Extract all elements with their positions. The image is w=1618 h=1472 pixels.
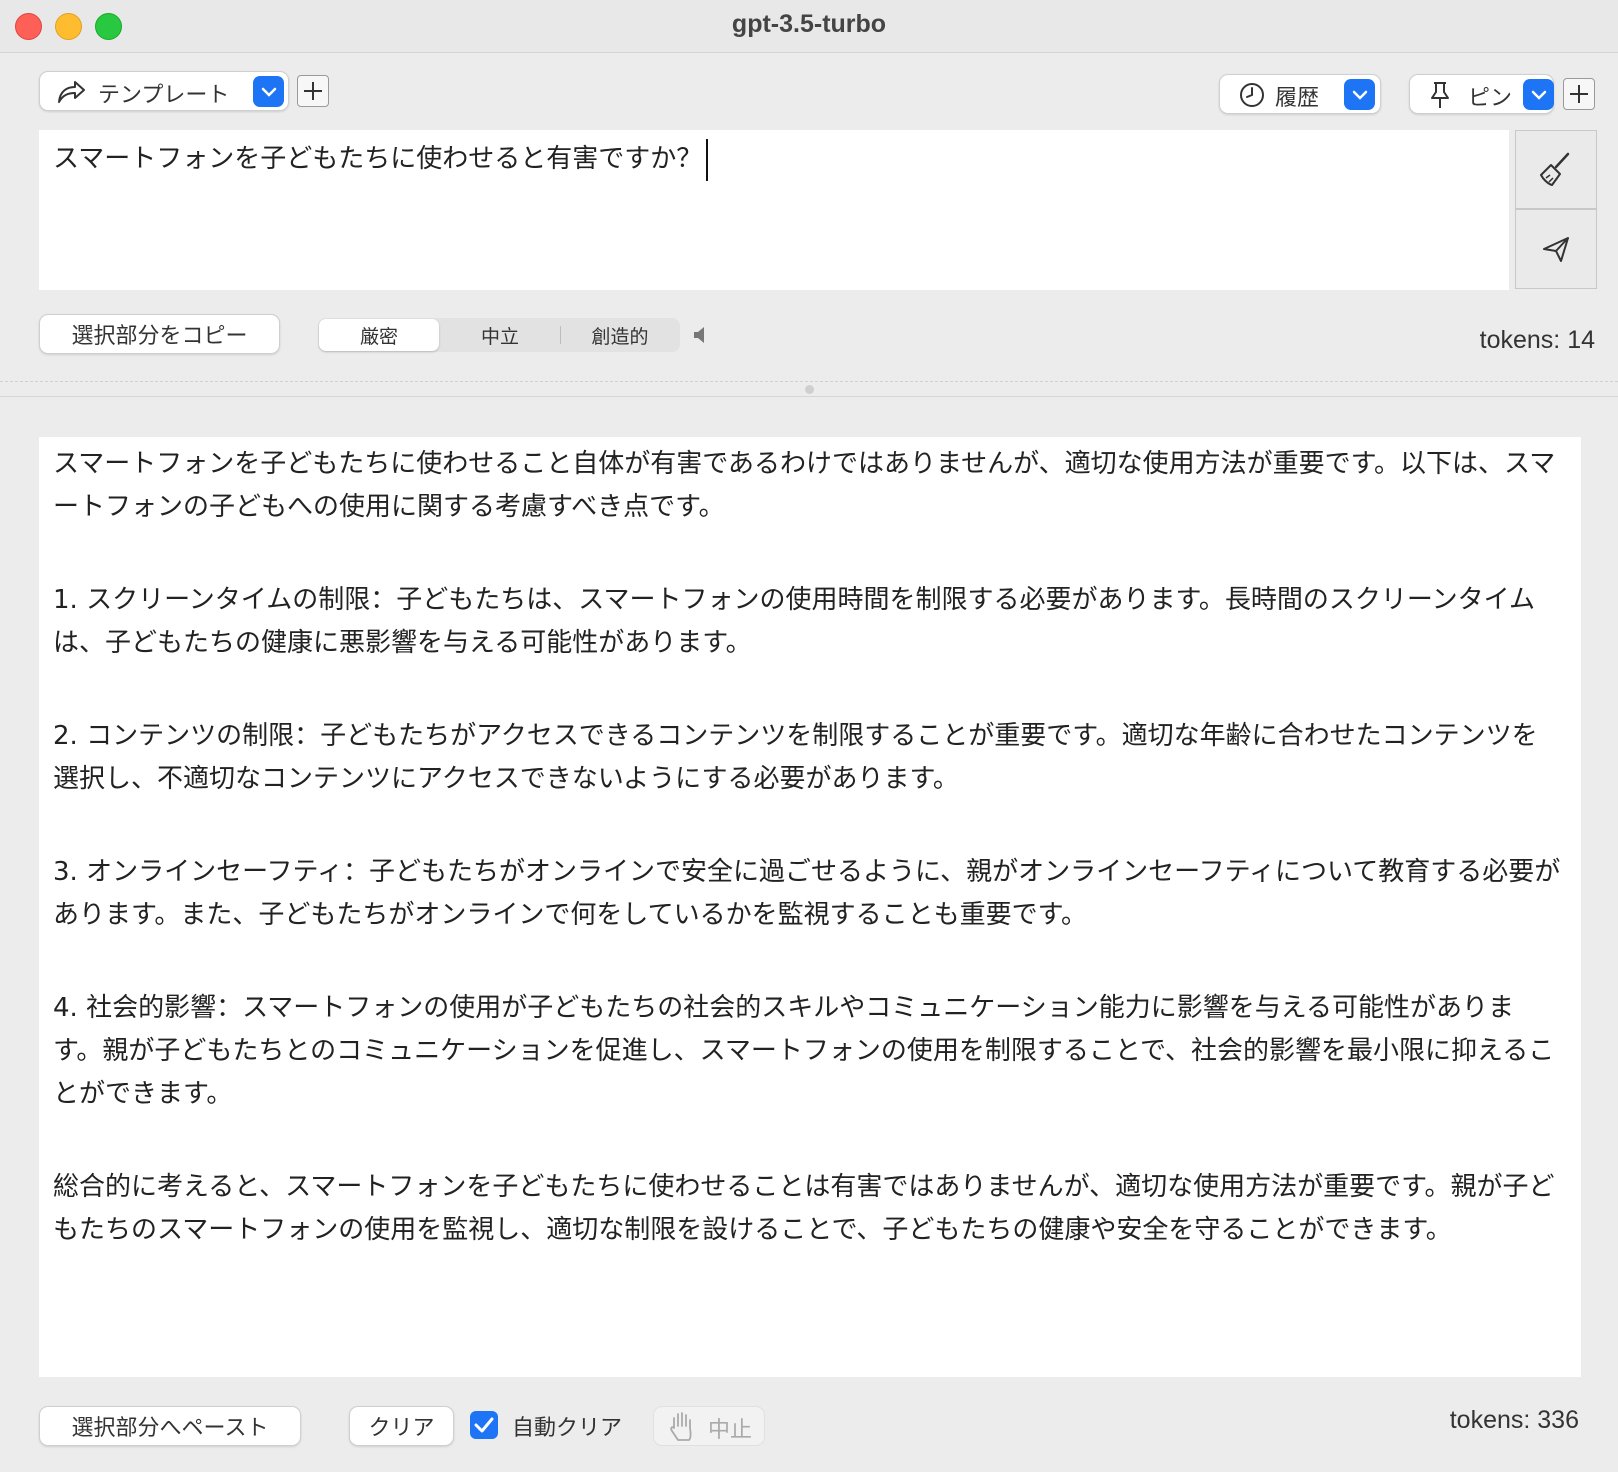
mode-creative-label: 創造的 — [591, 325, 649, 348]
chevron-down-icon — [1344, 79, 1375, 110]
response-paragraph: 3. オンラインセーフティ：子どもたちがオンラインで安全に過ごせるように、親がオ… — [53, 857, 1561, 930]
speaker-icon[interactable] — [692, 324, 706, 350]
template-dropdown[interactable]: テンプレート — [39, 71, 289, 111]
response-paragraph: スマートフォンを子どもたちに使わせること自体が有害であるわけではありませんが、適… — [53, 449, 1556, 522]
response-paragraph: 4. 社会的影響：スマートフォンの使用が子どもたちの社会的スキルやコミュニケーシ… — [53, 993, 1555, 1109]
prompt-text: スマートフォンを子どもたちに使わせると有害ですか？ — [53, 144, 703, 174]
add-pin-button[interactable] — [1563, 78, 1595, 110]
history-label: 履歴 — [1275, 86, 1320, 111]
response-paragraph: 1. スクリーンタイムの制限：子どもたちは、スマートフォンの使用時間を制限する必… — [53, 585, 1536, 658]
pin-dropdown[interactable]: ピン — [1409, 74, 1554, 114]
response-text: スマートフォンを子どもたちに使わせること自体が有害であるわけではありませんが、適… — [53, 443, 1563, 1302]
clock-icon — [1238, 81, 1266, 115]
clear-label: クリア — [368, 1416, 435, 1441]
broom-icon — [1540, 152, 1570, 186]
text-caret — [706, 138, 709, 181]
stop-label: 中止 — [708, 1418, 753, 1443]
pin-label: ピン — [1468, 86, 1513, 111]
segment-divider — [560, 326, 561, 344]
clear-button[interactable]: クリア — [349, 1406, 454, 1446]
pin-icon — [1428, 80, 1452, 116]
mode-strict[interactable]: 厳密 — [319, 319, 439, 351]
send-icon — [1543, 237, 1569, 262]
prompt-token-count: tokens: 14 — [1479, 326, 1595, 354]
mode-neutral-label: 中立 — [480, 325, 519, 348]
plus-icon — [1570, 85, 1588, 103]
auto-clear-checkbox[interactable] — [470, 1411, 498, 1439]
response-paragraph: 総合的に考えると、スマートフォンを子どもたちに使わせることは有害ではありませんが… — [53, 1172, 1555, 1245]
checkmark-icon — [474, 1417, 494, 1433]
history-dropdown[interactable]: 履歴 — [1219, 74, 1381, 114]
mode-neutral[interactable]: 中立 — [440, 318, 560, 352]
response-token-count: tokens: 336 — [1449, 1406, 1579, 1434]
plus-icon — [304, 82, 322, 100]
divider-handle[interactable] — [805, 385, 814, 394]
window-title: gpt-3.5-turbo — [731, 10, 887, 38]
copy-selection-label: 選択部分をコピー — [71, 324, 248, 349]
mode-strict-label: 厳密 — [359, 325, 398, 348]
paste-selection-label: 選択部分へペースト — [71, 1416, 269, 1441]
auto-clear-label: 自動クリア — [512, 1416, 623, 1441]
hand-icon — [668, 1410, 696, 1450]
chevron-down-icon — [253, 76, 284, 107]
share-arrow-icon — [56, 78, 86, 112]
mode-segmented-control: 厳密 中立 創造的 — [318, 318, 680, 352]
split-divider[interactable] — [0, 381, 1618, 397]
send-button[interactable] — [1515, 209, 1597, 289]
response-paragraph: 2. コンテンツの制限：子どもたちがアクセスできるコンテンツを制限することが重要… — [53, 721, 1538, 794]
add-template-button[interactable] — [297, 75, 329, 107]
mode-creative[interactable]: 創造的 — [560, 318, 680, 352]
copy-selection-button[interactable]: 選択部分をコピー — [39, 314, 280, 354]
prompt-input[interactable]: スマートフォンを子どもたちに使わせると有害ですか？ — [39, 130, 1509, 290]
clean-up-button[interactable] — [1515, 130, 1597, 209]
template-label: テンプレート — [98, 83, 230, 108]
prompt-text-line: スマートフォンを子どもたちに使わせると有害ですか？ — [53, 138, 709, 181]
title-bar: gpt-3.5-turbo — [0, 0, 1618, 53]
stop-button[interactable]: 中止 — [653, 1406, 765, 1446]
chevron-down-icon — [1523, 79, 1554, 110]
response-output[interactable]: スマートフォンを子どもたちに使わせること自体が有害であるわけではありませんが、適… — [39, 437, 1581, 1377]
paste-selection-button[interactable]: 選択部分へペースト — [39, 1406, 301, 1446]
